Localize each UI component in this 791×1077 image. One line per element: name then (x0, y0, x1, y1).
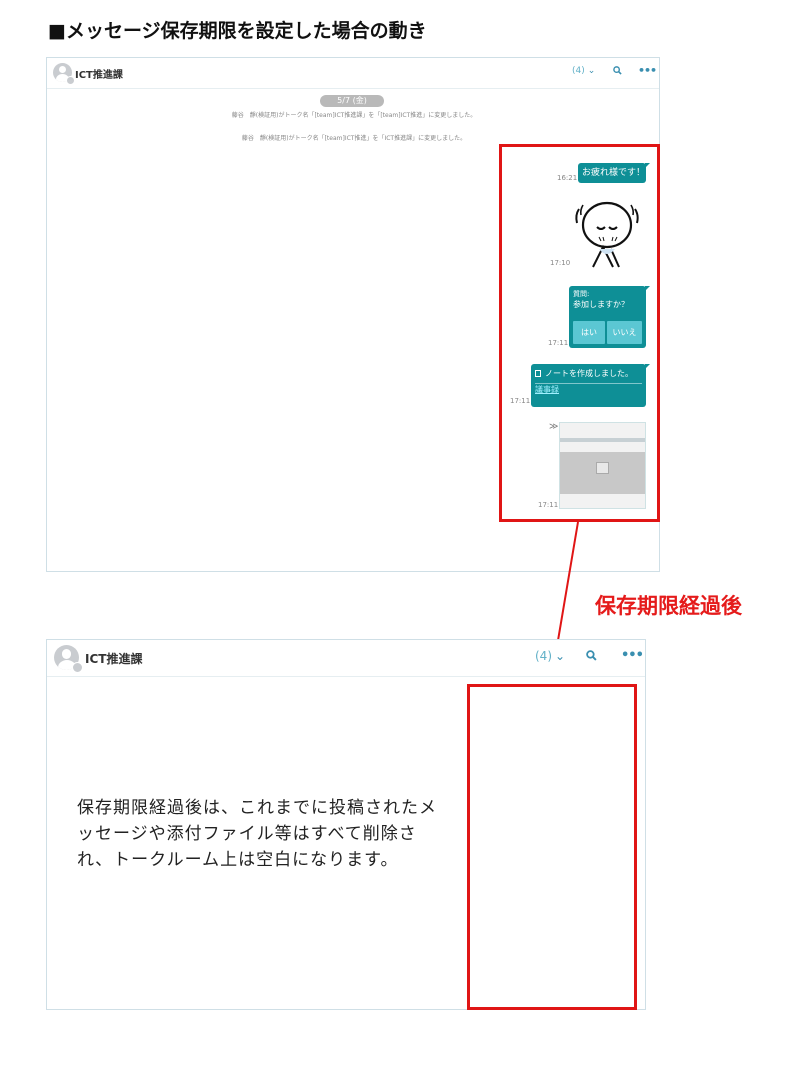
member-count[interactable]: (4) ⌄ (535, 649, 565, 663)
explanation-text: 保存期限経過後は、これまでに投稿されたメッセージや添付ファイル等はすべて削除され… (77, 798, 437, 870)
search-icon[interactable] (586, 650, 597, 661)
member-count-label: (4) (535, 649, 552, 663)
room-title[interactable]: ICT推進課 (85, 650, 142, 667)
chat-header: ICT推進課 (4) ⌄ ••• (47, 640, 645, 677)
more-icon[interactable]: ••• (621, 648, 644, 663)
chevron-down-icon: ⌄ (555, 649, 566, 663)
avatar-badge-icon (72, 662, 83, 673)
highlight-frame-after (467, 684, 637, 1010)
